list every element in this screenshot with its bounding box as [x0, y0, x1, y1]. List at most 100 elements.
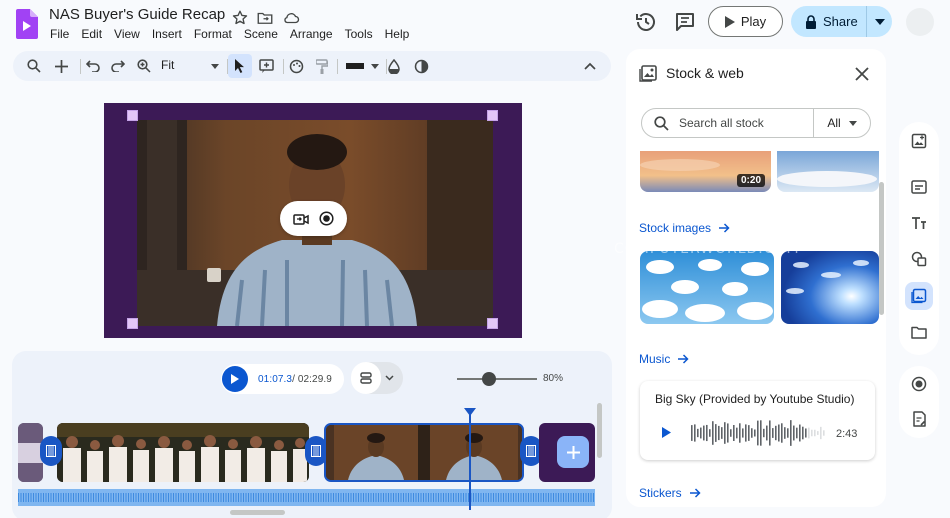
paint-format-icon[interactable] — [310, 54, 334, 78]
music-play-icon[interactable] — [662, 427, 671, 438]
timeline-zoom-percent: 80% — [543, 373, 564, 384]
stickers-label: Stickers — [639, 486, 682, 500]
timeline-zoom-knob[interactable] — [482, 372, 496, 386]
side-panel-scrollbar[interactable] — [879, 182, 884, 315]
menu-insert[interactable]: Insert — [146, 27, 188, 41]
close-icon[interactable] — [852, 64, 872, 84]
fill-color-icon[interactable] — [382, 54, 406, 78]
mask-icon[interactable] — [409, 54, 433, 78]
stickers-link[interactable]: Stickers — [639, 486, 701, 500]
shapes-icon[interactable] — [905, 245, 933, 273]
play-button[interactable]: Play — [708, 6, 783, 37]
star-icon[interactable] — [231, 9, 249, 27]
music-label: Music — [639, 352, 671, 366]
record-icon[interactable] — [319, 211, 334, 226]
playhead-line[interactable] — [469, 412, 471, 510]
zoom-in-icon[interactable] — [132, 54, 156, 78]
menu-arrange[interactable]: Arrange — [284, 27, 339, 41]
video-duration-badge: 0:20 — [736, 174, 765, 187]
floating-clip-toolbar — [280, 201, 347, 236]
stock-search[interactable]: Search all stock All — [641, 108, 871, 138]
chevron-down-icon[interactable] — [385, 375, 394, 381]
share-label: Share — [823, 14, 858, 29]
timeline-zoom-slider[interactable] — [457, 378, 537, 380]
stock-image-clouds[interactable] — [640, 251, 774, 324]
arrow-right-icon — [689, 488, 701, 498]
search-icon — [654, 115, 669, 131]
vids-logo-icon[interactable] — [16, 9, 38, 39]
stock-video-sunset[interactable]: 0:20 — [640, 151, 771, 192]
resize-handle-top-left[interactable] — [127, 110, 138, 121]
subtitles-icon[interactable] — [905, 173, 933, 201]
audio-track[interactable] — [18, 489, 595, 506]
replace-video-icon[interactable] — [293, 212, 309, 226]
share-button[interactable]: Share — [791, 6, 892, 37]
timeline-play-button[interactable] — [222, 366, 248, 392]
version-history-icon[interactable] — [634, 10, 658, 34]
menu-tools[interactable]: Tools — [339, 27, 379, 41]
zoom-select[interactable]: Fit — [161, 58, 174, 72]
clip-selected-speaker[interactable] — [324, 423, 524, 482]
transition-icon[interactable] — [40, 436, 62, 466]
resize-handle-bottom-left[interactable] — [127, 318, 138, 329]
current-time: 01:07.3 — [258, 373, 293, 385]
search-placeholder: Search all stock — [679, 116, 764, 130]
resize-handle-bottom-right[interactable] — [487, 318, 498, 329]
menu-format[interactable]: Format — [188, 27, 238, 41]
menu-help[interactable]: Help — [379, 27, 416, 41]
search-icon[interactable] — [22, 54, 46, 78]
timeline-horizontal-scrollbar[interactable] — [230, 510, 285, 515]
account-avatar[interactable] — [906, 8, 934, 36]
record-icon[interactable] — [905, 370, 933, 398]
music-track-duration: 2:43 — [836, 428, 858, 440]
document-title[interactable]: NAS Buyer's Guide Recap — [49, 6, 225, 23]
zoom-caret-icon[interactable] — [203, 54, 227, 78]
filter-value: All — [827, 116, 841, 130]
clip-group-photo[interactable] — [57, 423, 309, 482]
timecode: 01:07.3/ 02:29.9 — [258, 374, 332, 385]
script-edit-icon[interactable] — [905, 405, 933, 433]
menu-view[interactable]: View — [108, 27, 146, 41]
stock-video-clouds[interactable] — [777, 151, 879, 192]
menu-file[interactable]: File — [44, 27, 75, 41]
track-layout-icon[interactable] — [351, 362, 381, 394]
new-add-icon[interactable] — [49, 54, 73, 78]
waveform-icon — [691, 419, 831, 447]
add-clip-button[interactable] — [557, 436, 589, 468]
menu-scene[interactable]: Scene — [238, 27, 284, 41]
redo-icon[interactable] — [106, 54, 130, 78]
timeline-vertical-scrollbar[interactable] — [597, 403, 602, 458]
stock-media-icon — [639, 63, 659, 83]
comments-icon[interactable] — [673, 10, 697, 34]
play-label: Play — [740, 14, 767, 29]
stock-images-label: Stock images — [639, 221, 712, 235]
move-to-folder-icon[interactable] — [256, 9, 274, 27]
plus-icon — [566, 445, 580, 459]
lock-icon — [806, 14, 816, 29]
text-style-icon[interactable] — [905, 209, 933, 237]
menu-edit[interactable]: Edit — [75, 27, 108, 41]
menu-bar: File Edit View Insert Format Scene Arran… — [44, 27, 415, 41]
stock-search-input[interactable]: Search all stock — [642, 109, 814, 137]
stock-media-icon[interactable] — [905, 282, 933, 310]
music-link[interactable]: Music — [639, 352, 689, 366]
undo-icon[interactable] — [81, 54, 105, 78]
insert-image-icon[interactable] — [905, 127, 933, 155]
cloud-saved-icon[interactable] — [282, 9, 300, 27]
folder-icon[interactable] — [905, 318, 933, 346]
share-main[interactable]: Share — [791, 6, 867, 37]
stock-image-sun-sky[interactable] — [781, 251, 879, 324]
watermark-text: COMPUTERWORLD.COM — [614, 241, 800, 257]
background-color-icon[interactable] — [284, 54, 308, 78]
stock-filter-select[interactable]: All — [814, 116, 870, 130]
text-box-icon[interactable] — [254, 54, 278, 78]
resize-handle-top-right[interactable] — [487, 110, 498, 121]
track-layout-toggle[interactable] — [351, 362, 403, 394]
share-dropdown[interactable] — [867, 6, 892, 37]
caret-down-icon — [874, 18, 885, 25]
select-cursor-icon[interactable] — [228, 54, 252, 78]
collapse-toolbar-icon[interactable] — [578, 54, 602, 78]
music-track-title: Big Sky (Provided by Youtube Studio) — [655, 392, 855, 406]
music-track-card[interactable]: Big Sky (Provided by Youtube Studio) 2:4… — [640, 381, 875, 460]
stock-images-link[interactable]: Stock images — [639, 221, 730, 235]
